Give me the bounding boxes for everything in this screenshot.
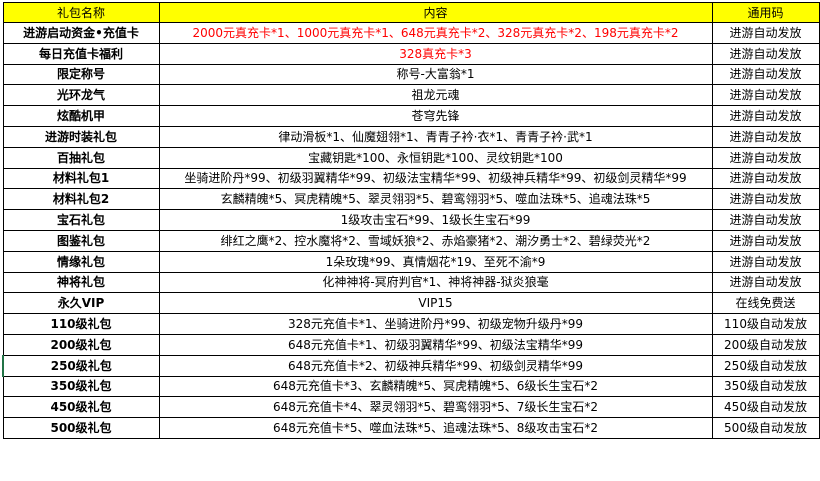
header-row: 礼包名称 内容 通用码	[2, 2, 820, 23]
gift-content-cell[interactable]: 1级攻击宝石*99、1级长生宝石*99	[158, 209, 713, 231]
gift-content-cell[interactable]: 1朵玫瑰*99、真情烟花*19、至死不渝*9	[158, 250, 713, 273]
table-row: 炫酷机甲 苍穹先锋 进游自动发放	[2, 105, 820, 127]
table-row: 350级礼包 648元充值卡*3、玄麟精魄*5、冥虎精魄*5、6级长生宝石*2 35…	[2, 375, 820, 398]
table-row: 200级礼包 648元充值卡*1、初级羽翼精华*99、初级法宝精华*99 200级自…	[2, 333, 820, 356]
gift-code-cell[interactable]: 进游自动发放	[711, 229, 820, 252]
gift-content-cell[interactable]: 坐骑进阶丹*99、初级羽翼精华*99、初级法宝精华*99、初级神兵精华*99、初…	[158, 167, 713, 190]
gift-code-cell[interactable]: 350级自动发放	[711, 375, 820, 398]
gift-content-cell[interactable]: 化神神将-冥府判官*1、神将神器-狱炎狼毫	[158, 271, 713, 294]
table-row: 百抽礼包 宝藏钥匙*100、永恒钥匙*100、灵纹钥匙*100 进游自动发放	[2, 146, 820, 169]
gift-content-cell[interactable]: 玄麟精魄*5、冥虎精魄*5、翠灵翎羽*5、碧鸾翎羽*5、噬血法珠*5、追魂法珠*…	[158, 188, 713, 211]
table-row: 进游时装礼包 律动滑板*1、仙魔翅翎*1、青青子衿·衣*1、青青子衿·武*1 进游自…	[2, 125, 820, 148]
table-row: 图鉴礼包 绯红之鹰*2、控水魔将*2、雪域妖狼*2、赤焰豪猪*2、潮汐勇士*2、碧…	[2, 229, 820, 252]
gift-content-cell[interactable]: 648元充值卡*1、初级羽翼精华*99、初级法宝精华*99	[158, 333, 713, 356]
table-body: 进游启动资金•充值卡 2000元真充卡*1、1000元真充卡*1、648元真充卡*…	[2, 22, 820, 439]
gift-content-cell[interactable]: 2000元真充卡*1、1000元真充卡*1、648元真充卡*2、328元真充卡*…	[158, 22, 713, 44]
gift-table: 礼包名称 内容 通用码 进游启动资金•充值卡 2000元真充卡*1、1000元真充…	[2, 2, 820, 439]
gift-content-cell[interactable]: 328元充值卡*1、坐骑进阶丹*99、初级宠物升级丹*99	[158, 313, 713, 335]
gift-code-cell[interactable]: 在线免费送	[711, 292, 820, 315]
gift-code-cell[interactable]: 进游自动发放	[711, 188, 820, 211]
gift-name-cell[interactable]: 情缘礼包	[2, 250, 160, 273]
gift-code-cell[interactable]: 进游自动发放	[711, 125, 820, 148]
gift-name-cell[interactable]: 进游启动资金•充值卡	[2, 22, 160, 44]
gift-content-cell[interactable]: 绯红之鹰*2、控水魔将*2、雪域妖狼*2、赤焰豪猪*2、潮汐勇士*2、碧绿荧光*…	[158, 229, 713, 252]
table-row: 250级礼包 648元充值卡*2、初级神兵精华*99、初级剑灵精华*99 250级自…	[2, 354, 820, 377]
gift-code-cell[interactable]: 500级自动发放	[711, 417, 820, 439]
gift-name-cell[interactable]: 材料礼包1	[2, 167, 160, 190]
gift-name-cell[interactable]: 神将礼包	[2, 271, 160, 294]
gift-code-cell[interactable]: 进游自动发放	[711, 42, 820, 65]
table-row: 材料礼包2 玄麟精魄*5、冥虎精魄*5、翠灵翎羽*5、碧鸾翎羽*5、噬血法珠*5、…	[2, 188, 820, 211]
table-row: 450级礼包 648元充值卡*4、翠灵翎羽*5、碧鸾翎羽*5、7级长生宝石*2 45…	[2, 396, 820, 419]
gift-code-cell[interactable]: 进游自动发放	[711, 271, 820, 294]
gift-name-cell[interactable]: 永久VIP	[2, 292, 160, 315]
gift-name-cell[interactable]: 炫酷机甲	[2, 105, 160, 127]
gift-name-cell[interactable]: 350级礼包	[2, 375, 160, 398]
gift-name-cell[interactable]: 百抽礼包	[2, 146, 160, 169]
gift-content-cell[interactable]: VIP15	[158, 292, 713, 315]
table-row: 材料礼包1 坐骑进阶丹*99、初级羽翼精华*99、初级法宝精华*99、初级神兵精华…	[2, 167, 820, 190]
gift-code-cell[interactable]: 进游自动发放	[711, 167, 820, 190]
gift-content-cell[interactable]: 苍穹先锋	[158, 105, 713, 127]
gift-content-cell[interactable]: 律动滑板*1、仙魔翅翎*1、青青子衿·衣*1、青青子衿·武*1	[158, 125, 713, 148]
gift-name-cell[interactable]: 500级礼包	[2, 417, 160, 439]
gift-content-cell[interactable]: 祖龙元魂	[158, 84, 713, 107]
gift-code-cell[interactable]: 进游自动发放	[711, 22, 820, 44]
table-row: 永久VIP VIP15 在线免费送	[2, 292, 820, 315]
gift-name-cell[interactable]: 每日充值卡福利	[2, 42, 160, 65]
gift-content-cell[interactable]: 宝藏钥匙*100、永恒钥匙*100、灵纹钥匙*100	[158, 146, 713, 169]
table-row: 进游启动资金•充值卡 2000元真充卡*1、1000元真充卡*1、648元真充卡*…	[2, 22, 820, 44]
header-code[interactable]: 通用码	[711, 2, 820, 23]
table-row: 限定称号 称号-大富翁*1 进游自动发放	[2, 63, 820, 86]
gift-code-cell[interactable]: 250级自动发放	[711, 354, 820, 377]
gift-name-cell[interactable]: 图鉴礼包	[2, 229, 160, 252]
gift-code-cell[interactable]: 进游自动发放	[711, 209, 820, 231]
gift-code-cell[interactable]: 450级自动发放	[711, 396, 820, 419]
gift-name-cell[interactable]: 进游时装礼包	[2, 125, 160, 148]
table-row: 宝石礼包 1级攻击宝石*99、1级长生宝石*99 进游自动发放	[2, 209, 820, 231]
gift-content-cell[interactable]: 648元充值卡*5、噬血法珠*5、追魂法珠*5、8级攻击宝石*2	[158, 417, 713, 439]
header-content[interactable]: 内容	[158, 2, 713, 23]
gift-name-cell[interactable]: 光环龙气	[2, 84, 160, 107]
gift-code-cell[interactable]: 进游自动发放	[711, 84, 820, 107]
table-row: 500级礼包 648元充值卡*5、噬血法珠*5、追魂法珠*5、8级攻击宝石*2 50…	[2, 417, 820, 439]
gift-code-cell[interactable]: 110级自动发放	[711, 313, 820, 335]
table-row: 神将礼包 化神神将-冥府判官*1、神将神器-狱炎狼毫 进游自动发放	[2, 271, 820, 294]
table-row: 情缘礼包 1朵玫瑰*99、真情烟花*19、至死不渝*9 进游自动发放	[2, 250, 820, 273]
gift-code-cell[interactable]: 进游自动发放	[711, 146, 820, 169]
gift-name-cell[interactable]: 材料礼包2	[2, 188, 160, 211]
table-row: 光环龙气 祖龙元魂 进游自动发放	[2, 84, 820, 107]
gift-name-cell[interactable]: 200级礼包	[2, 333, 160, 356]
header-gift-name[interactable]: 礼包名称	[2, 2, 160, 23]
gift-name-cell[interactable]: 宝石礼包	[2, 209, 160, 231]
gift-name-cell[interactable]: 110级礼包	[2, 313, 160, 335]
table-header: 礼包名称 内容 通用码	[2, 2, 820, 23]
gift-code-cell[interactable]: 进游自动发放	[711, 63, 820, 86]
gift-content-cell[interactable]: 648元充值卡*2、初级神兵精华*99、初级剑灵精华*99	[158, 354, 713, 377]
table-row: 每日充值卡福利 328真充卡*3 进游自动发放	[2, 42, 820, 65]
gift-content-cell[interactable]: 称号-大富翁*1	[158, 63, 713, 86]
gift-code-cell[interactable]: 进游自动发放	[711, 250, 820, 273]
gift-name-cell[interactable]: 250级礼包	[2, 354, 160, 377]
table-row: 110级礼包 328元充值卡*1、坐骑进阶丹*99、初级宠物升级丹*99 110级自…	[2, 313, 820, 335]
gift-code-cell[interactable]: 200级自动发放	[711, 333, 820, 356]
gift-name-cell[interactable]: 450级礼包	[2, 396, 160, 419]
gift-code-cell[interactable]: 进游自动发放	[711, 105, 820, 127]
gift-name-cell[interactable]: 限定称号	[2, 63, 160, 86]
gift-content-cell[interactable]: 648元充值卡*3、玄麟精魄*5、冥虎精魄*5、6级长生宝石*2	[158, 375, 713, 398]
gift-content-cell[interactable]: 648元充值卡*4、翠灵翎羽*5、碧鸾翎羽*5、7级长生宝石*2	[158, 396, 713, 419]
gift-content-cell[interactable]: 328真充卡*3	[158, 42, 713, 65]
